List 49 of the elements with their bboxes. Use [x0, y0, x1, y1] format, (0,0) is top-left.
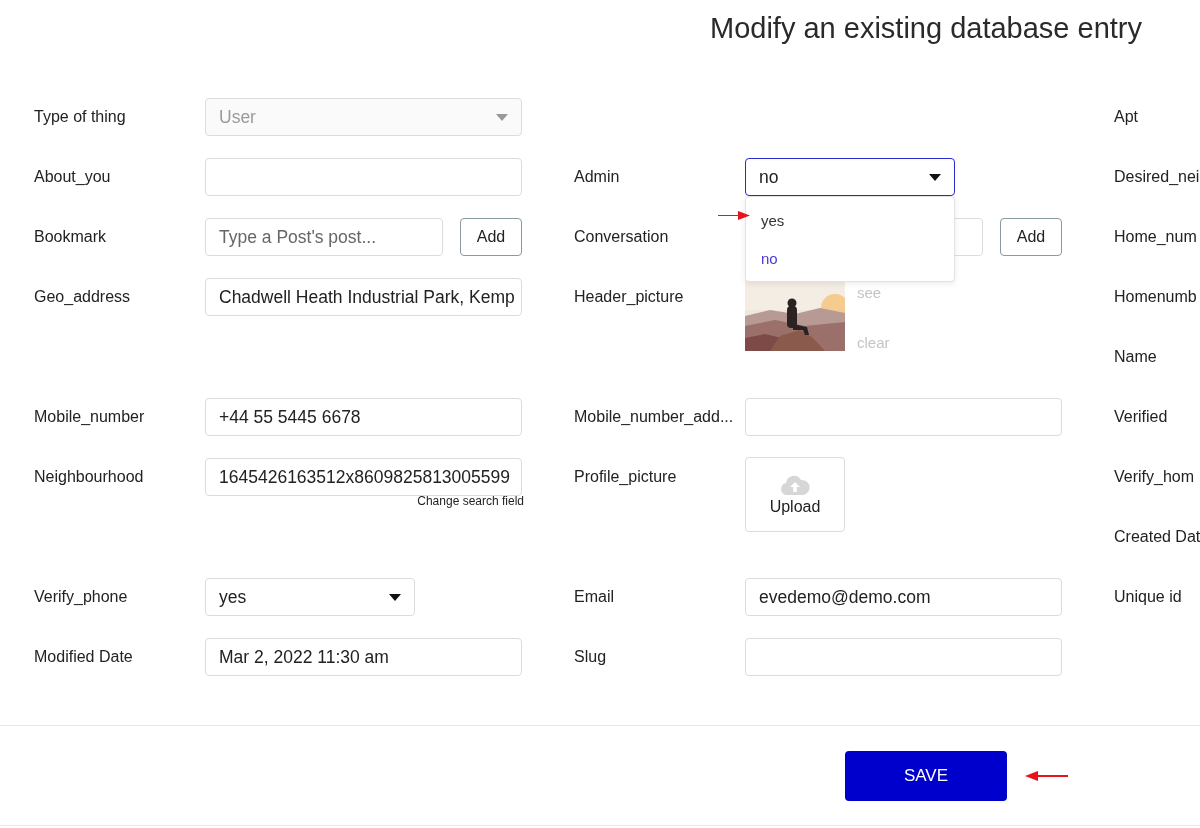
- input-field[interactable]: [745, 398, 1062, 436]
- input-field[interactable]: [745, 638, 1062, 676]
- field-label: Name: [1114, 348, 1158, 366]
- change-search-link[interactable]: Change search field: [417, 494, 524, 508]
- field-label: Mobile_number: [34, 408, 146, 426]
- field-label: Email: [574, 588, 615, 606]
- caret-icon: [496, 113, 508, 121]
- field-label: Verified: [1114, 408, 1169, 426]
- field-label: Modified Date: [34, 648, 134, 666]
- page-title: Modify an existing database entry: [708, 11, 1143, 46]
- input-field[interactable]: 1645426163512x8609825813005599: [205, 458, 522, 496]
- select-field[interactable]: yes: [205, 578, 415, 616]
- select-field[interactable]: no: [745, 158, 955, 196]
- add-button[interactable]: Add: [1000, 218, 1062, 256]
- field-label: Geo_address: [34, 288, 132, 306]
- field-label: Verify_hom: [1114, 468, 1196, 486]
- field-label: Apt: [1114, 108, 1139, 126]
- arrow-icon: [718, 211, 750, 220]
- field-label: Neighbourhood: [34, 468, 145, 486]
- input-field[interactable]: [205, 158, 522, 196]
- caret-icon: [929, 173, 941, 181]
- field-label: Homenumb: [1114, 288, 1198, 306]
- field-label: Slug: [574, 648, 608, 666]
- field-label: Bookmark: [34, 228, 108, 246]
- field-label: Verify_phone: [34, 588, 129, 606]
- field-label: Home_num: [1114, 228, 1198, 246]
- field-label: Mobile_number_add...: [574, 408, 735, 426]
- cloud-upload-icon: [780, 473, 810, 496]
- field-label: Created Dat: [1114, 528, 1200, 546]
- search-field[interactable]: Type a Post's post...: [205, 218, 443, 256]
- field-label: About_you: [34, 168, 112, 186]
- field-label: Header_picture: [574, 288, 685, 306]
- input-field[interactable]: +44 55 5445 6678: [205, 398, 522, 436]
- input-field[interactable]: Chadwell Heath Industrial Park, Kemp: [205, 278, 522, 316]
- field-label: Admin: [574, 168, 621, 186]
- caret-icon: [389, 593, 401, 601]
- field-label: Conversation: [574, 228, 670, 246]
- dropdown-option[interactable]: no: [746, 239, 954, 277]
- field-label: Profile_picture: [574, 468, 678, 486]
- upload-button[interactable]: Upload: [745, 457, 845, 532]
- field-label: Unique id: [1114, 588, 1183, 606]
- field-label: Type of thing: [34, 108, 127, 126]
- input-field[interactable]: Mar 2, 2022 11:30 am: [205, 638, 522, 676]
- add-button[interactable]: Add: [460, 218, 522, 256]
- input-field[interactable]: evedemo@demo.com: [745, 578, 1062, 616]
- dropdown-option[interactable]: yes: [746, 201, 954, 239]
- save-button[interactable]: SAVE: [845, 750, 1007, 801]
- arrow-icon: [1025, 770, 1068, 781]
- field-label: Desired_nei: [1114, 168, 1200, 186]
